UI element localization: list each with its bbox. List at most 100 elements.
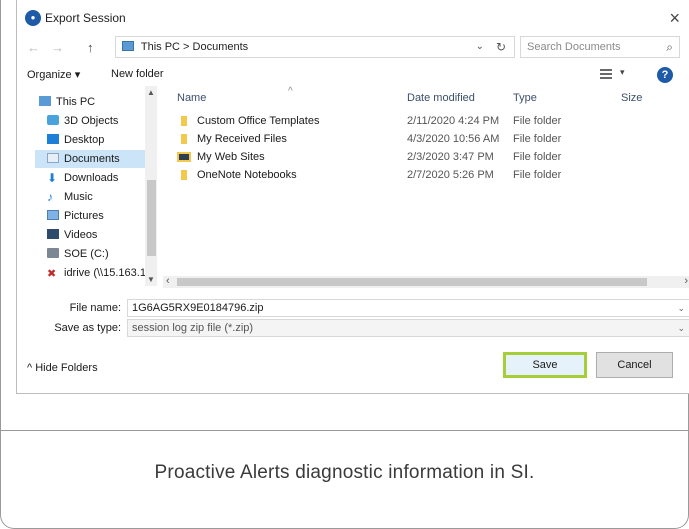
save-type-select[interactable]: session log zip file (*.zip) ⌄ bbox=[127, 319, 689, 337]
file-name: My Web Sites bbox=[197, 151, 265, 163]
refresh-icon[interactable]: ↻ bbox=[496, 37, 506, 57]
sidebar-item-label: Downloads bbox=[64, 172, 119, 184]
folder-icon bbox=[181, 134, 187, 144]
navigation-pane: This PC 3D Objects Desktop Documents ⬇ Do… bbox=[17, 86, 159, 286]
close-icon[interactable]: × bbox=[669, 8, 680, 29]
save-type-value: session log zip file (*.zip) bbox=[132, 322, 254, 334]
network-drive-icon: ✖ bbox=[47, 268, 57, 280]
sidebar-item-label: 3D Objects bbox=[64, 115, 119, 127]
file-type: File folder bbox=[513, 133, 562, 145]
videos-icon bbox=[47, 229, 59, 239]
search-input[interactable]: Search Documents ⌕ bbox=[520, 36, 680, 58]
scroll-up-icon[interactable]: ▲ bbox=[147, 88, 155, 97]
back-arrow-icon[interactable]: ← bbox=[27, 40, 40, 55]
horizontal-scrollbar[interactable]: ‹ › bbox=[163, 275, 689, 288]
chevron-down-icon[interactable]: ⌄ bbox=[677, 320, 685, 336]
sidebar-item-label: Videos bbox=[64, 229, 98, 241]
column-header-size[interactable]: Size bbox=[621, 92, 642, 104]
sidebar-item-3d-objects[interactable]: 3D Objects bbox=[47, 115, 118, 127]
pictures-icon bbox=[47, 210, 59, 220]
sidebar-item-label: Documents bbox=[64, 153, 120, 165]
column-header-date[interactable]: Date modified bbox=[407, 92, 475, 104]
sidebar-scrollbar[interactable]: ▲ ▼ bbox=[145, 86, 157, 286]
organize-button[interactable]: Organize ▾ bbox=[27, 68, 80, 81]
desktop-icon bbox=[47, 134, 59, 144]
address-bar[interactable]: This PC > Documents ⌄ ↻ bbox=[115, 36, 515, 58]
file-name: OneNote Notebooks bbox=[197, 169, 297, 181]
file-date: 2/3/2020 3:47 PM bbox=[407, 151, 494, 163]
file-date: 4/3/2020 10:56 AM bbox=[407, 133, 500, 145]
column-header-name[interactable]: Name bbox=[177, 92, 206, 104]
new-folder-button[interactable]: New folder bbox=[111, 68, 164, 80]
computer-icon bbox=[122, 41, 134, 51]
toolbar: Organize ▾ New folder ▾ ? bbox=[17, 64, 689, 86]
navigation-bar: ← → ↑ This PC > Documents ⌄ ↻ Search Doc… bbox=[17, 36, 689, 60]
chevron-down-icon[interactable]: ⌄ bbox=[476, 37, 484, 57]
figure-caption: Proactive Alerts diagnostic information … bbox=[154, 462, 535, 483]
search-icon: ⌕ bbox=[666, 40, 673, 54]
sidebar-item-soe-c[interactable]: SOE (C:) bbox=[47, 248, 109, 260]
sidebar-item-pictures[interactable]: Pictures bbox=[47, 210, 104, 222]
sort-indicator-icon: ^ bbox=[288, 86, 293, 97]
file-list: ^ Name Date modified Type Size Custom Of… bbox=[163, 86, 689, 282]
music-icon: ♪ bbox=[47, 190, 53, 204]
app-logo-icon: ● bbox=[25, 10, 41, 26]
file-name: My Received Files bbox=[197, 133, 287, 145]
dialog-title: Export Session bbox=[45, 11, 126, 25]
search-placeholder: Search Documents bbox=[527, 41, 621, 53]
title-bar: ● Export Session × bbox=[17, 0, 689, 36]
sidebar-item-label: idrive (\\15.163.1 bbox=[64, 267, 146, 279]
sidebar-item-desktop[interactable]: Desktop bbox=[47, 134, 104, 146]
sidebar-item-label: Desktop bbox=[64, 134, 105, 146]
sidebar-item-downloads[interactable]: ⬇ Downloads bbox=[47, 172, 118, 185]
file-date: 2/7/2020 5:26 PM bbox=[407, 169, 494, 181]
view-options-icon[interactable] bbox=[600, 69, 612, 79]
file-name-value: 1G6AG5RX9E0184796.zip bbox=[132, 302, 264, 314]
scroll-right-icon[interactable]: › bbox=[684, 275, 688, 287]
divider bbox=[1, 430, 688, 431]
sidebar-item-videos[interactable]: Videos bbox=[47, 229, 97, 241]
hide-folders-button[interactable]: ^ Hide Folders bbox=[27, 362, 98, 374]
save-button[interactable]: Save bbox=[503, 352, 587, 378]
sidebar-item-label: SOE (C:) bbox=[64, 248, 109, 260]
file-name-field[interactable]: 1G6AG5RX9E0184796.zip ⌄ bbox=[127, 299, 689, 317]
save-type-label: Save as type: bbox=[54, 322, 121, 334]
file-type: File folder bbox=[513, 169, 562, 181]
chevron-down-icon[interactable]: ▾ bbox=[620, 67, 625, 78]
scroll-down-icon[interactable]: ▼ bbox=[147, 275, 155, 284]
figure-frame: ● Export Session × ← → ↑ This PC > Docum… bbox=[0, 0, 689, 529]
table-row[interactable]: Custom Office Templates 2/11/2020 4:24 P… bbox=[163, 112, 683, 130]
table-row[interactable]: OneNote Notebooks 2/7/2020 5:26 PM File … bbox=[163, 166, 683, 184]
help-icon[interactable]: ? bbox=[657, 67, 673, 83]
sidebar-item-idrive[interactable]: ✖ idrive (\\15.163.1 bbox=[47, 267, 146, 280]
table-row[interactable]: My Received Files 4/3/2020 10:56 AM File… bbox=[163, 130, 683, 148]
cancel-button[interactable]: Cancel bbox=[596, 352, 673, 378]
file-type: File folder bbox=[513, 115, 562, 127]
up-arrow-icon[interactable]: ↑ bbox=[87, 40, 94, 55]
table-row[interactable]: My Web Sites 2/3/2020 3:47 PM File folde… bbox=[163, 148, 683, 166]
file-name-label: File name: bbox=[69, 302, 121, 314]
column-header-type[interactable]: Type bbox=[513, 92, 537, 104]
sidebar-item-documents[interactable]: Documents bbox=[35, 150, 153, 168]
download-icon: ⬇ bbox=[47, 171, 58, 185]
file-type: File folder bbox=[513, 151, 562, 163]
scroll-left-icon[interactable]: ‹ bbox=[166, 275, 170, 287]
scrollbar-thumb[interactable] bbox=[177, 278, 647, 286]
sidebar-item-music[interactable]: ♪ Music bbox=[47, 191, 93, 203]
file-name: Custom Office Templates bbox=[197, 115, 320, 127]
web-folder-icon bbox=[177, 152, 191, 162]
documents-icon bbox=[47, 153, 59, 163]
3d-objects-icon bbox=[47, 115, 59, 125]
sidebar-item-label: Pictures bbox=[64, 210, 104, 222]
computer-icon bbox=[39, 96, 51, 106]
sidebar-item-label: Music bbox=[64, 191, 93, 203]
drive-icon bbox=[47, 248, 59, 258]
chevron-down-icon[interactable]: ⌄ bbox=[677, 300, 685, 316]
export-session-dialog: ● Export Session × ← → ↑ This PC > Docum… bbox=[16, 0, 689, 394]
breadcrumb: This PC > Documents bbox=[140, 41, 249, 53]
folder-icon bbox=[181, 116, 187, 126]
scrollbar-thumb[interactable] bbox=[147, 180, 156, 256]
sidebar-item-this-pc[interactable]: This PC bbox=[39, 96, 95, 108]
folder-icon bbox=[181, 170, 187, 180]
forward-arrow-icon[interactable]: → bbox=[51, 40, 64, 55]
